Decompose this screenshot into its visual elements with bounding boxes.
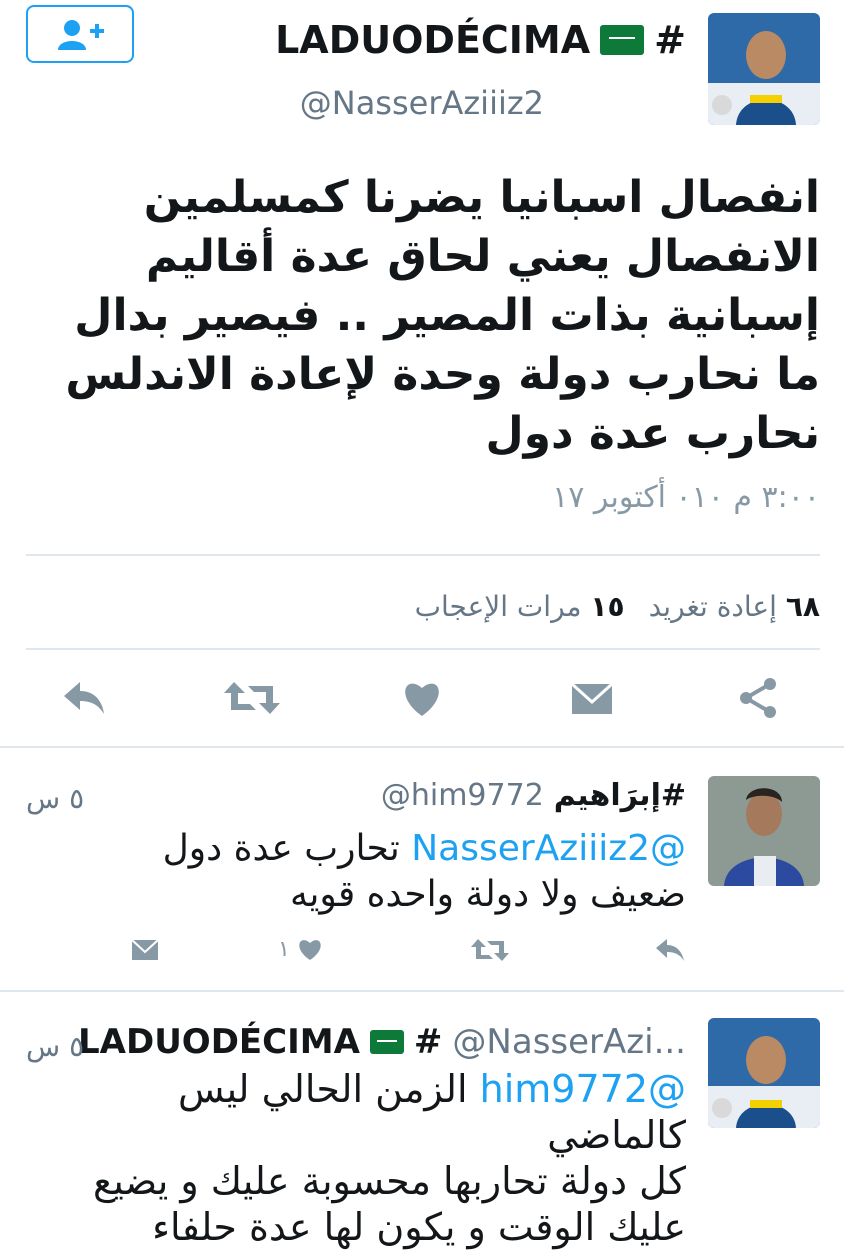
reply-line: عليك الوقت و يكون لها عدة حلفاء <box>152 1205 686 1249</box>
like-button[interactable] <box>392 676 452 720</box>
follow-button[interactable] <box>26 5 134 63</box>
reply-icon <box>64 682 104 714</box>
reply-header: @him9772 إبرَاهيم# <box>381 778 686 813</box>
reply-name: LADUODÉCIMA <box>78 1022 360 1062</box>
like-icon <box>405 683 439 716</box>
reply-like-count: ١ <box>278 936 290 962</box>
reply-time: ٥ س <box>26 782 85 815</box>
retweet-stat[interactable]: ٦٨ إعادة تغريد <box>649 590 820 623</box>
reply-icon <box>656 939 684 961</box>
reply-reply-button[interactable] <box>654 936 686 964</box>
saudi-flag-icon <box>369 1030 404 1054</box>
retweet-icon <box>471 939 509 961</box>
section-divider <box>0 990 844 992</box>
tweet-text: انفصال اسبانيا يضرنا كمسلمين الانفصال يع… <box>60 168 820 463</box>
reply-like-button[interactable]: ١ <box>278 936 324 962</box>
reply-message-button[interactable] <box>130 936 160 962</box>
share-button[interactable] <box>728 676 788 720</box>
reply-line: كل دولة تحاربها محسوبة عليك و يضيع <box>93 1159 686 1203</box>
display-name: LADUODÉCIMA <box>275 18 591 62</box>
retweets-count: ٦٨ <box>785 590 820 623</box>
tweet-line: انفصال اسبانيا يضرنا كمسلمين <box>143 172 820 223</box>
tweet-line: الانفصال يعني لحاق عدة أقاليم <box>145 231 820 282</box>
mention-link[interactable]: @him9772 <box>480 1067 686 1111</box>
saudi-flag-icon <box>600 25 645 55</box>
tweet-line: إسبانية بذات المصير .. فيصير بدال <box>74 290 820 341</box>
message-button[interactable] <box>562 676 622 720</box>
reply-retweet-button[interactable] <box>470 936 510 964</box>
tweet-line: نحارب عدة دول <box>485 408 821 459</box>
retweet-icon <box>224 682 280 714</box>
reply-text: @NasserAziiiz2 تحارب عدة دول ضعيف ولا دو… <box>126 826 686 918</box>
reply-avatar[interactable] <box>708 776 820 886</box>
section-divider <box>0 746 844 748</box>
retweets-label: إعادة تغريد <box>648 590 777 623</box>
reply-time: ٥ س <box>26 1030 85 1063</box>
likes-count: ١٥ <box>590 590 625 623</box>
tweet-stats: ٦٨ إعادة تغريد ١٥ مرات الإعجاب <box>415 590 820 623</box>
author-name: LADUODÉCIMA # <box>275 18 686 62</box>
reply-handle: @him9772 <box>380 778 544 813</box>
share-icon <box>740 678 776 718</box>
reply-text: @him9772 الزمن الحالي ليس كالماضي كل دول… <box>36 1066 686 1250</box>
message-icon <box>570 682 614 714</box>
reply-line: تحارب عدة دول <box>162 828 400 869</box>
reply-button[interactable] <box>54 676 114 720</box>
mention-link[interactable]: @NasserAziiiz2 <box>411 828 686 869</box>
hashtag-prefix: # <box>654 18 686 62</box>
likes-label: مرات الإعجاب <box>414 590 582 623</box>
reply-avatar[interactable] <box>708 1018 820 1128</box>
reply-line: ضعيف ولا دولة واحده قويه <box>290 874 686 915</box>
tweet-timestamp: ٣:٠٠ م ٠١٠ أكتوبر ١٧ <box>552 480 820 515</box>
reply-handle: @NasserAzi... <box>452 1022 686 1062</box>
tweet-line: ما نحارب دولة وحدة لإعادة الاندلس <box>65 349 820 400</box>
divider <box>26 554 820 556</box>
reply-name: إبرَاهيم# <box>553 778 686 813</box>
author-handle: @NasserAziiiz2 <box>299 84 544 122</box>
reply-header: LADUODÉCIMA # @NasserAzi... <box>78 1022 686 1062</box>
message-icon <box>131 939 159 960</box>
retweet-button[interactable] <box>222 676 282 720</box>
author-avatar[interactable] <box>708 13 820 125</box>
like-stat[interactable]: ١٥ مرات الإعجاب <box>415 590 625 623</box>
hashtag-prefix: # <box>413 1022 443 1062</box>
like-icon <box>299 940 321 960</box>
divider <box>26 648 820 650</box>
add-user-icon <box>58 20 104 50</box>
